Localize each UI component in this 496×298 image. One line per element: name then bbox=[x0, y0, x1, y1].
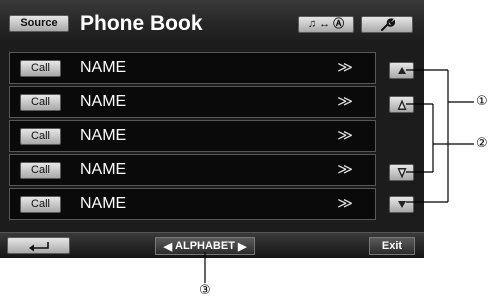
contact-row[interactable]: Call NAME ≫ bbox=[9, 120, 376, 152]
caret-right-icon: ▶ bbox=[237, 240, 247, 253]
back-button[interactable] bbox=[7, 237, 70, 254]
line-down-button[interactable] bbox=[389, 164, 414, 181]
contact-row[interactable]: Call NAME ≫ bbox=[9, 52, 376, 84]
page-down-icon bbox=[397, 201, 406, 208]
details-chevron-icon[interactable]: ≫ bbox=[337, 93, 353, 111]
media-switch-button[interactable]: ♫ ↔ Ⓐ bbox=[298, 16, 354, 33]
details-chevron-icon[interactable]: ≫ bbox=[337, 161, 353, 179]
line-up-button[interactable] bbox=[389, 96, 414, 113]
caret-left-icon: ◀ bbox=[163, 240, 173, 253]
details-chevron-icon[interactable]: ≫ bbox=[337, 127, 353, 145]
alphabet-label: ALPHABET bbox=[175, 240, 235, 252]
call-button[interactable]: Call bbox=[20, 196, 61, 213]
page-up-button[interactable] bbox=[389, 62, 414, 79]
source-button[interactable]: Source bbox=[9, 15, 69, 32]
alphabet-search-button[interactable]: ◀ ALPHABET ▶ bbox=[155, 237, 255, 255]
call-button[interactable]: Call bbox=[20, 162, 61, 179]
page-up-icon bbox=[397, 67, 406, 74]
contact-name: NAME bbox=[80, 93, 127, 110]
call-button[interactable]: Call bbox=[20, 60, 61, 77]
footer-bar: ◀ ALPHABET ▶ Exit bbox=[0, 232, 424, 258]
header-bar: Source Phone Book ♫ ↔ Ⓐ bbox=[0, 0, 424, 40]
contact-name: NAME bbox=[80, 127, 127, 144]
wrench-icon bbox=[381, 17, 395, 31]
phone-book-screen: Source Phone Book ♫ ↔ Ⓐ Call NAME ≫ Call… bbox=[0, 0, 424, 258]
line-down-icon bbox=[397, 167, 406, 178]
back-arrow-icon bbox=[28, 241, 49, 251]
contact-row[interactable]: Call NAME ≫ bbox=[9, 86, 376, 118]
contact-row[interactable]: Call NAME ≫ bbox=[9, 188, 376, 220]
contact-row[interactable]: Call NAME ≫ bbox=[9, 154, 376, 186]
contact-name: NAME bbox=[80, 161, 127, 178]
setup-button[interactable] bbox=[361, 16, 413, 33]
page-title: Phone Book bbox=[80, 12, 203, 35]
contact-name: NAME bbox=[80, 195, 127, 212]
call-button[interactable]: Call bbox=[20, 94, 61, 111]
details-chevron-icon[interactable]: ≫ bbox=[337, 195, 353, 213]
callout-1: ① bbox=[476, 94, 488, 109]
callout-2: ② bbox=[476, 136, 488, 151]
page-down-button[interactable] bbox=[389, 196, 414, 213]
contact-name: NAME bbox=[80, 59, 127, 76]
details-chevron-icon[interactable]: ≫ bbox=[337, 59, 353, 77]
exit-button[interactable]: Exit bbox=[369, 237, 415, 255]
callout-3: ③ bbox=[199, 283, 211, 298]
line-up-icon bbox=[397, 99, 406, 110]
call-button[interactable]: Call bbox=[20, 128, 61, 145]
